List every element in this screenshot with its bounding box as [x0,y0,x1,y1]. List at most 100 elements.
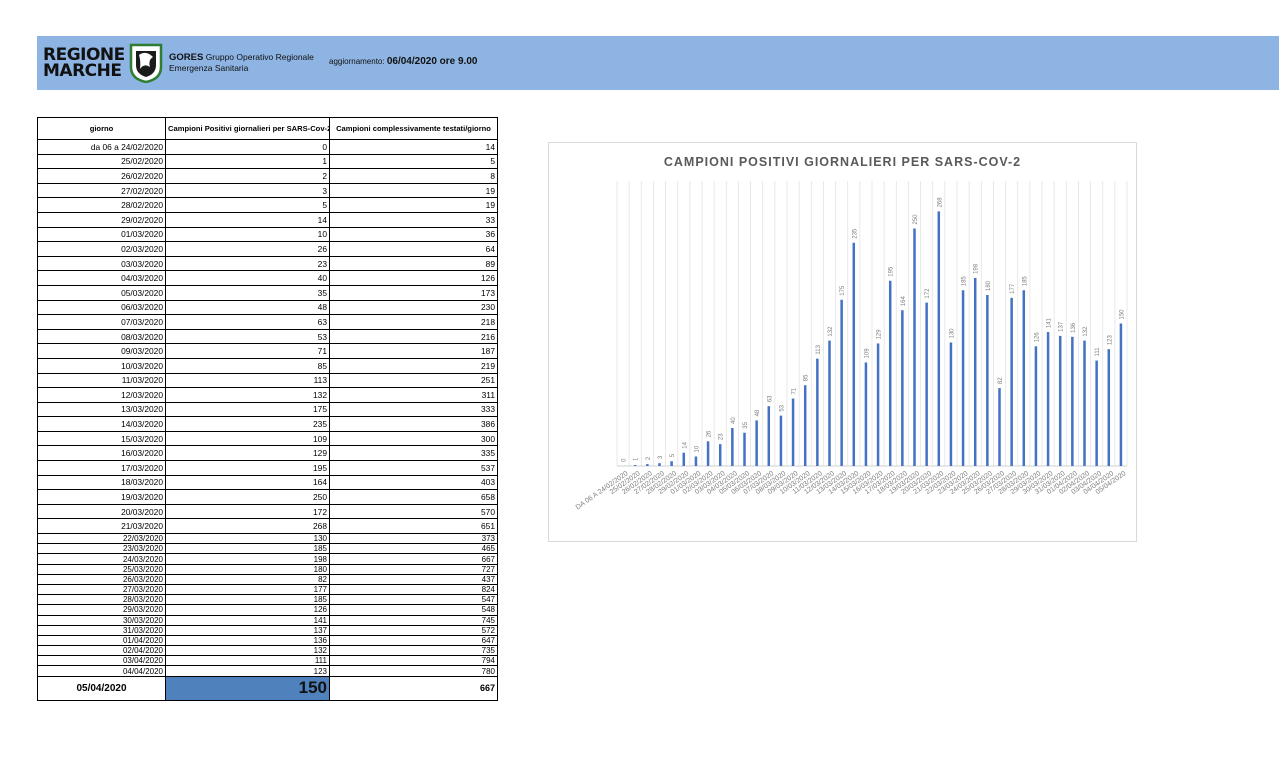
cell-tested: 658 [329,489,498,505]
cell-tested: 780 [329,665,498,677]
data-label: 172 [925,288,931,299]
cell-positives: 3 [165,182,330,199]
cell-positives: 1 [165,153,330,170]
table-row: 27/02/2020 3 19 [37,182,498,199]
data-label: 268 [937,197,943,208]
bar [779,415,783,466]
bar [816,358,819,466]
bar [706,441,710,466]
table-row: 15/03/2020 109 300 [37,430,498,447]
cell-date: 12/03/2020 [37,387,166,403]
table-row: 29/02/2020 14 33 [37,211,498,228]
cell-positives: 185 [165,543,330,555]
cell-tested: 572 [329,624,498,636]
cell-date: 20/03/2020 [37,503,166,520]
bar [864,362,868,466]
cell-positives: 85 [165,357,330,374]
bar [633,465,637,466]
table-row: 03/03/2020 23 89 [37,255,498,272]
table-body: da 06 a 24/02/2020 0 14 25/02/2020 1 5 26/02/2… [37,139,498,701]
column-header-date: giorno [37,117,166,140]
cell-date: 30/03/2020 [37,614,166,626]
data-label: 48 [755,409,761,416]
cell-date: 05/03/2020 [37,284,166,301]
table-row: 01/04/2020 136 647 [37,634,498,647]
data-label: 180 [986,280,992,291]
bar [840,299,843,466]
bar [998,388,1001,466]
bar [755,420,758,466]
cell-date: 26/02/2020 [37,168,166,184]
cell-positives: 268 [165,518,330,535]
bar [682,452,686,466]
cell-positives: 250 [165,489,330,505]
org-line-1: Gruppo Operativo Regionale [205,52,314,62]
cell-positives: 137 [165,624,330,636]
table-row: 12/03/2020 132 311 [37,387,498,403]
cell-date: 29/02/2020 [37,211,166,228]
cell-tested: 19 [329,182,498,199]
cell-tested: 89 [329,255,498,272]
bar [973,277,977,466]
data-label: 10 [694,445,700,452]
table-row: 25/03/2020 180 727 [37,563,498,575]
cell-tested: 437 [329,573,498,585]
cell-date: 06/03/2020 [37,299,166,316]
cell-positives: 111 [165,655,330,667]
bar [1071,336,1074,466]
bar [718,444,722,466]
cell-date: 18/03/2020 [37,474,166,491]
cell-positives: 175 [165,401,330,418]
cell-positives: 113 [165,372,330,389]
bar [694,456,698,466]
cell-date: 27/02/2020 [37,182,166,199]
org-name: GORES Gruppo Operativo Regionale Emergen… [169,52,314,74]
regione-marche-logo: REGIONE MARCHE [43,41,163,85]
table-row: 31/03/2020 137 572 [37,624,498,636]
data-label: 85 [804,374,810,381]
cell-date: 07/03/2020 [37,314,166,330]
table-row: 22/03/2020 130 373 [37,533,498,545]
table-row: 17/03/2020 195 537 [37,460,498,476]
cell-positives: 235 [165,416,330,432]
org-line-2: Emergenza Sanitaria [169,63,249,73]
bar [913,228,916,466]
bar [1119,323,1123,466]
cell-tested: 14 [329,139,498,155]
table-row: 04/03/2020 40 126 [37,270,498,286]
cell-date: 28/03/2020 [37,594,166,606]
table-row: 04/04/2020 123 780 [37,665,498,677]
data-label: 141 [1047,317,1053,328]
cell-date: 02/03/2020 [37,241,166,257]
table-row: 02/03/2020 26 64 [37,241,498,257]
cell-date: 17/03/2020 [37,460,166,476]
cell-date: 10/03/2020 [37,357,166,374]
cell-tested: 547 [329,594,498,606]
data-label: 5 [670,453,676,457]
data-label: 35 [743,421,749,428]
bar [925,302,928,466]
logo-line-2: MARCHE [43,61,122,81]
table-row: 02/04/2020 132 735 [37,645,498,657]
data-label: 235 [852,228,858,239]
cell-tested: 386 [329,416,498,432]
cell-positives: 164 [165,474,330,491]
table-row: da 06 a 24/02/2020 0 14 [37,139,498,155]
table-row: 25/02/2020 1 5 [37,153,498,170]
cell-date: 02/04/2020 [37,645,166,657]
cell-tested: 251 [329,372,498,389]
table-row: 13/03/2020 175 333 [37,401,498,418]
cell-positives: 35 [165,284,330,301]
table-row: 07/03/2020 63 218 [37,314,498,330]
cell-tested: 64 [329,241,498,257]
data-label: 164 [901,296,907,307]
update-info: aggiornamento: 06/04/2020 ore 9.00 [329,56,477,67]
bar [1022,290,1026,466]
cell-tested: 5 [329,153,498,170]
data-label: 175 [840,285,846,296]
bar [803,385,807,466]
cell-positives: 71 [165,343,330,359]
org-short: GORES [169,52,204,63]
cell-positives: 63 [165,314,330,330]
bar [1058,335,1062,466]
